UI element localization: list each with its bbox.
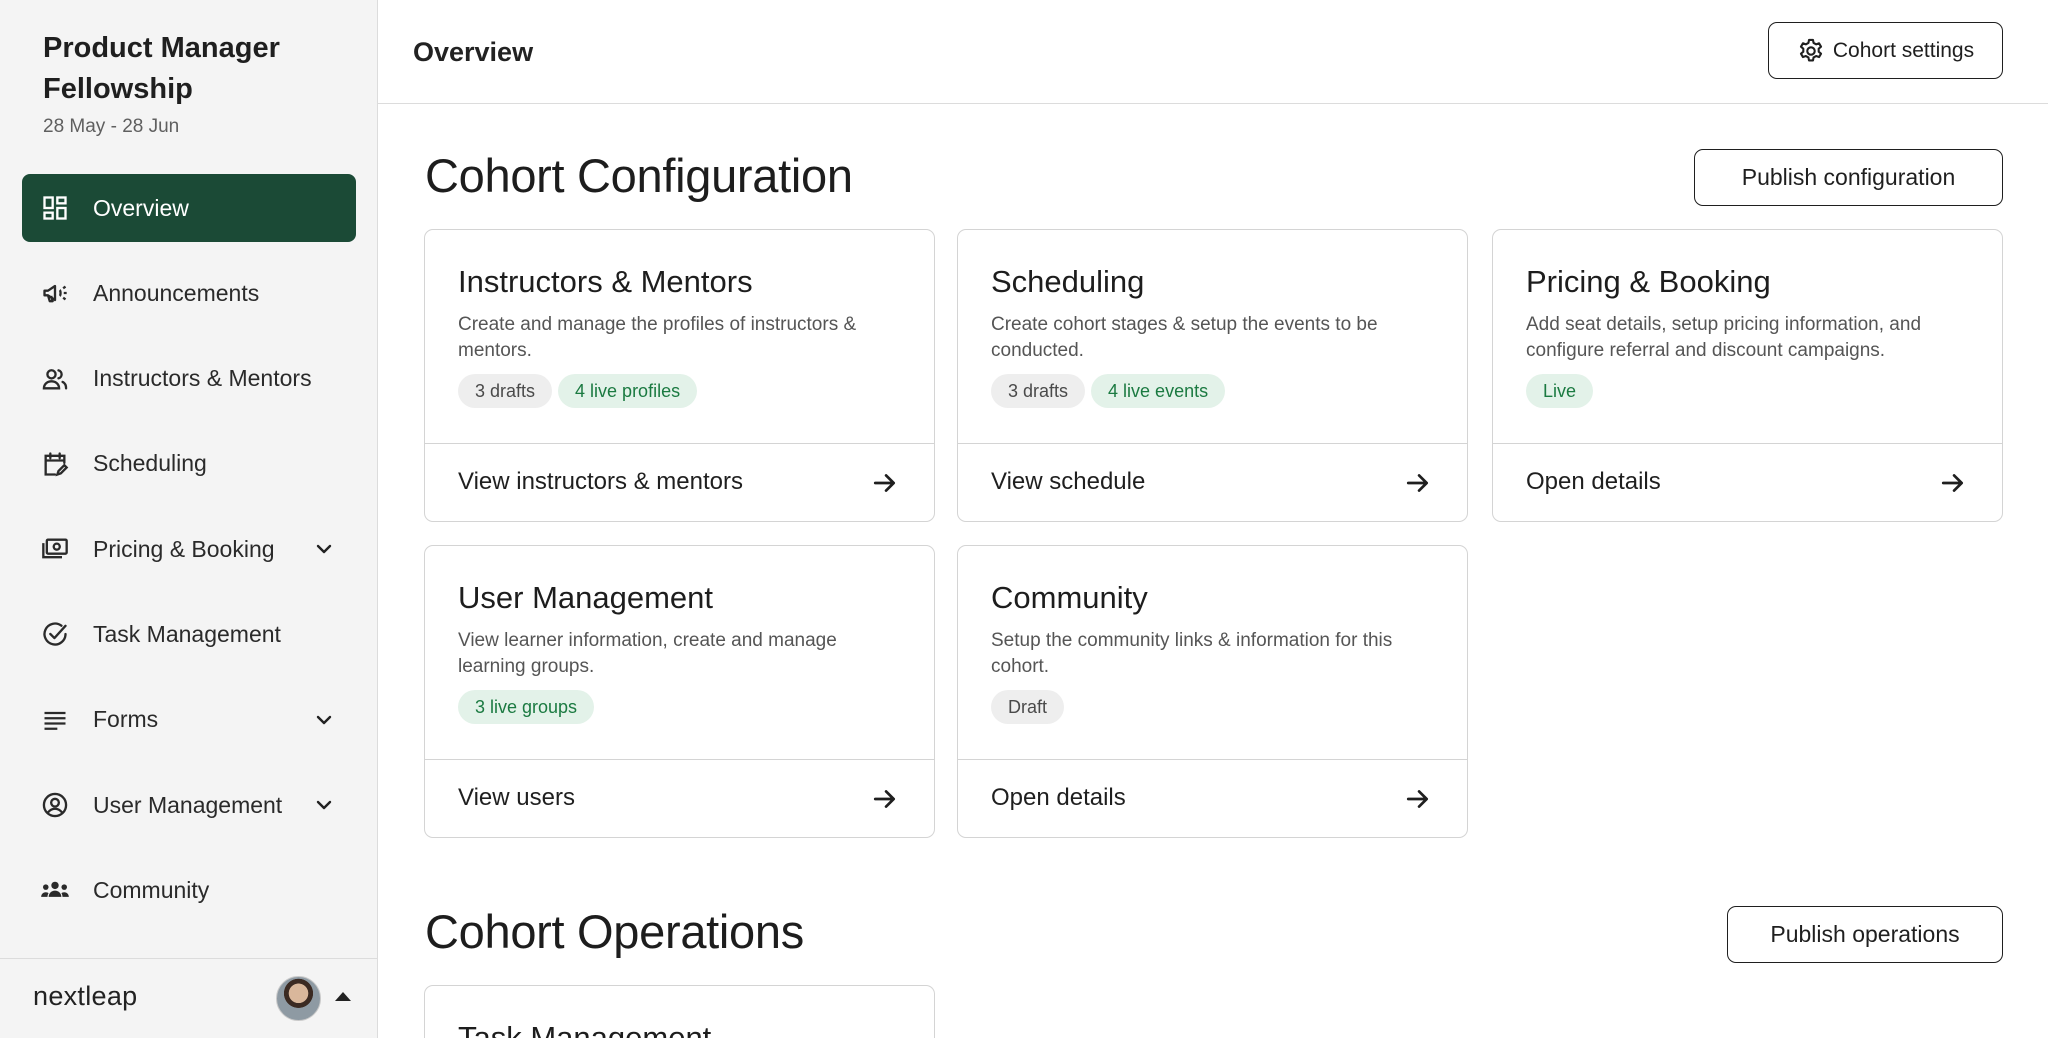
status-badge: 3 drafts	[991, 374, 1086, 408]
card-tags: 3 drafts 4 live profiles	[458, 374, 698, 408]
card-title: Community	[991, 580, 1148, 615]
status-badge: Live	[1526, 374, 1594, 408]
sidebar-item-label: Community	[93, 876, 210, 903]
card-link-label: View schedule	[991, 468, 1146, 495]
instructors-mentors-card: Instructors & Mentors Create and manage …	[424, 229, 935, 522]
card-link-label: View instructors & mentors	[458, 468, 743, 495]
status-badge: Draft	[991, 690, 1065, 724]
check-circle-icon	[40, 619, 70, 649]
sidebar-item-label: Forms	[93, 706, 159, 733]
card-link-label: View users	[458, 784, 575, 811]
cohort-settings-button[interactable]: Cohort settings	[1768, 22, 2003, 79]
card-title: Scheduling	[991, 264, 1145, 299]
card-description: Create cohort stages & setup the events …	[991, 314, 1378, 361]
pricing-booking-card: Pricing & Booking Add seat details, setu…	[1492, 229, 2003, 522]
community-card: Community Setup the community links & in…	[957, 545, 1468, 838]
arrow-right-icon	[873, 474, 896, 492]
card-title: Instructors & Mentors	[458, 264, 753, 299]
sidebar-item-label: User Management	[93, 791, 283, 818]
card-link-label: Open details	[1526, 468, 1661, 495]
sidebar-footer: nextleap	[0, 958, 377, 1038]
user-management-card: User Management View learner information…	[424, 545, 935, 838]
sidebar-item-forms[interactable]: Forms	[22, 686, 356, 754]
status-badge: 4 live profiles	[558, 374, 698, 408]
arrow-right-icon	[873, 790, 896, 808]
status-badge: 3 live groups	[458, 690, 595, 724]
task-management-card: Task Management	[424, 985, 935, 1038]
sidebar-item-announcements[interactable]: Announcements	[22, 259, 356, 327]
status-badge: 3 drafts	[458, 374, 553, 408]
sidebar-item-label: Pricing & Booking	[93, 535, 275, 562]
chevron-down-icon[interactable]	[312, 708, 336, 732]
open-pricing-details-link[interactable]: Open details	[1493, 443, 2002, 521]
view-instructors-link[interactable]: View instructors & mentors	[425, 443, 934, 521]
card-tags: 3 live groups	[458, 690, 595, 724]
card-description: Create and manage the profiles of instru…	[458, 314, 857, 361]
status-badge: 4 live events	[1091, 374, 1226, 408]
user-circle-icon	[40, 790, 70, 820]
sidebar-item-label: Announcements	[93, 279, 260, 306]
page-title: Overview	[413, 37, 534, 67]
card-title: Task Management	[458, 1020, 712, 1038]
arrow-right-icon	[1941, 474, 1964, 492]
chevron-down-icon[interactable]	[312, 537, 336, 561]
users-icon	[40, 364, 70, 394]
sidebar-nav: Overview Announcements Instructors & Men…	[22, 174, 356, 942]
sidebar-item-label: Overview	[93, 194, 189, 221]
money-icon	[40, 534, 70, 564]
card-description: Add seat details, setup pricing informat…	[1526, 314, 1922, 361]
sidebar-item-user-management[interactable]: User Management	[22, 771, 356, 839]
caret-up-icon[interactable]	[335, 992, 351, 1001]
sidebar-item-scheduling[interactable]: Scheduling	[22, 430, 356, 498]
sidebar: Product Manager Fellowship 28 May - 28 J…	[0, 0, 378, 1038]
dashboard-icon	[40, 193, 70, 223]
calendar-edit-icon	[40, 449, 70, 479]
card-title: User Management	[458, 580, 714, 615]
sidebar-item-label: Task Management	[93, 620, 281, 647]
operations-section-title: Cohort Operations	[425, 905, 804, 958]
nextleap-logo: nextleap	[33, 981, 138, 1011]
card-description: View learner information, create and man…	[458, 630, 837, 677]
megaphone-icon	[40, 278, 70, 308]
sidebar-item-label: Instructors & Mentors	[93, 365, 312, 392]
sidebar-item-pricing-booking[interactable]: Pricing & Booking	[22, 515, 356, 583]
view-schedule-link[interactable]: View schedule	[958, 443, 1467, 521]
view-users-link[interactable]: View users	[425, 759, 934, 837]
arrow-right-icon	[1406, 790, 1429, 808]
cohort-dates: 28 May - 28 Jun	[43, 116, 180, 137]
gear-icon	[1799, 38, 1822, 61]
cohort-name: Product Manager Fellowship	[43, 32, 280, 105]
card-title: Pricing & Booking	[1526, 264, 1771, 299]
sidebar-item-community[interactable]: Community	[22, 856, 356, 924]
sidebar-item-instructors[interactable]: Instructors & Mentors	[22, 345, 356, 413]
sidebar-item-label: Scheduling	[93, 450, 207, 477]
sidebar-item-task-management[interactable]: Task Management	[22, 600, 356, 668]
scheduling-card: Scheduling Create cohort stages & setup …	[957, 229, 1468, 522]
card-tags: Draft	[991, 690, 1065, 724]
configuration-section-title: Cohort Configuration	[425, 149, 853, 202]
publish-operations-button[interactable]: Publish operations	[1727, 906, 2003, 963]
card-tags: Live	[1526, 374, 1594, 408]
sidebar-item-overview[interactable]: Overview	[22, 174, 356, 242]
arrow-right-icon	[1406, 474, 1429, 492]
card-description: Setup the community links & information …	[991, 630, 1393, 677]
group-icon	[40, 875, 70, 905]
card-link-label: Open details	[991, 784, 1126, 811]
chevron-down-icon[interactable]	[312, 793, 336, 817]
publish-configuration-button[interactable]: Publish configuration	[1694, 149, 2003, 206]
cohort-settings-label: Cohort settings	[1832, 38, 1975, 62]
lines-icon	[40, 705, 70, 735]
card-tags: 3 drafts 4 live events	[991, 374, 1226, 408]
avatar[interactable]	[276, 976, 321, 1021]
open-community-details-link[interactable]: Open details	[958, 759, 1467, 837]
